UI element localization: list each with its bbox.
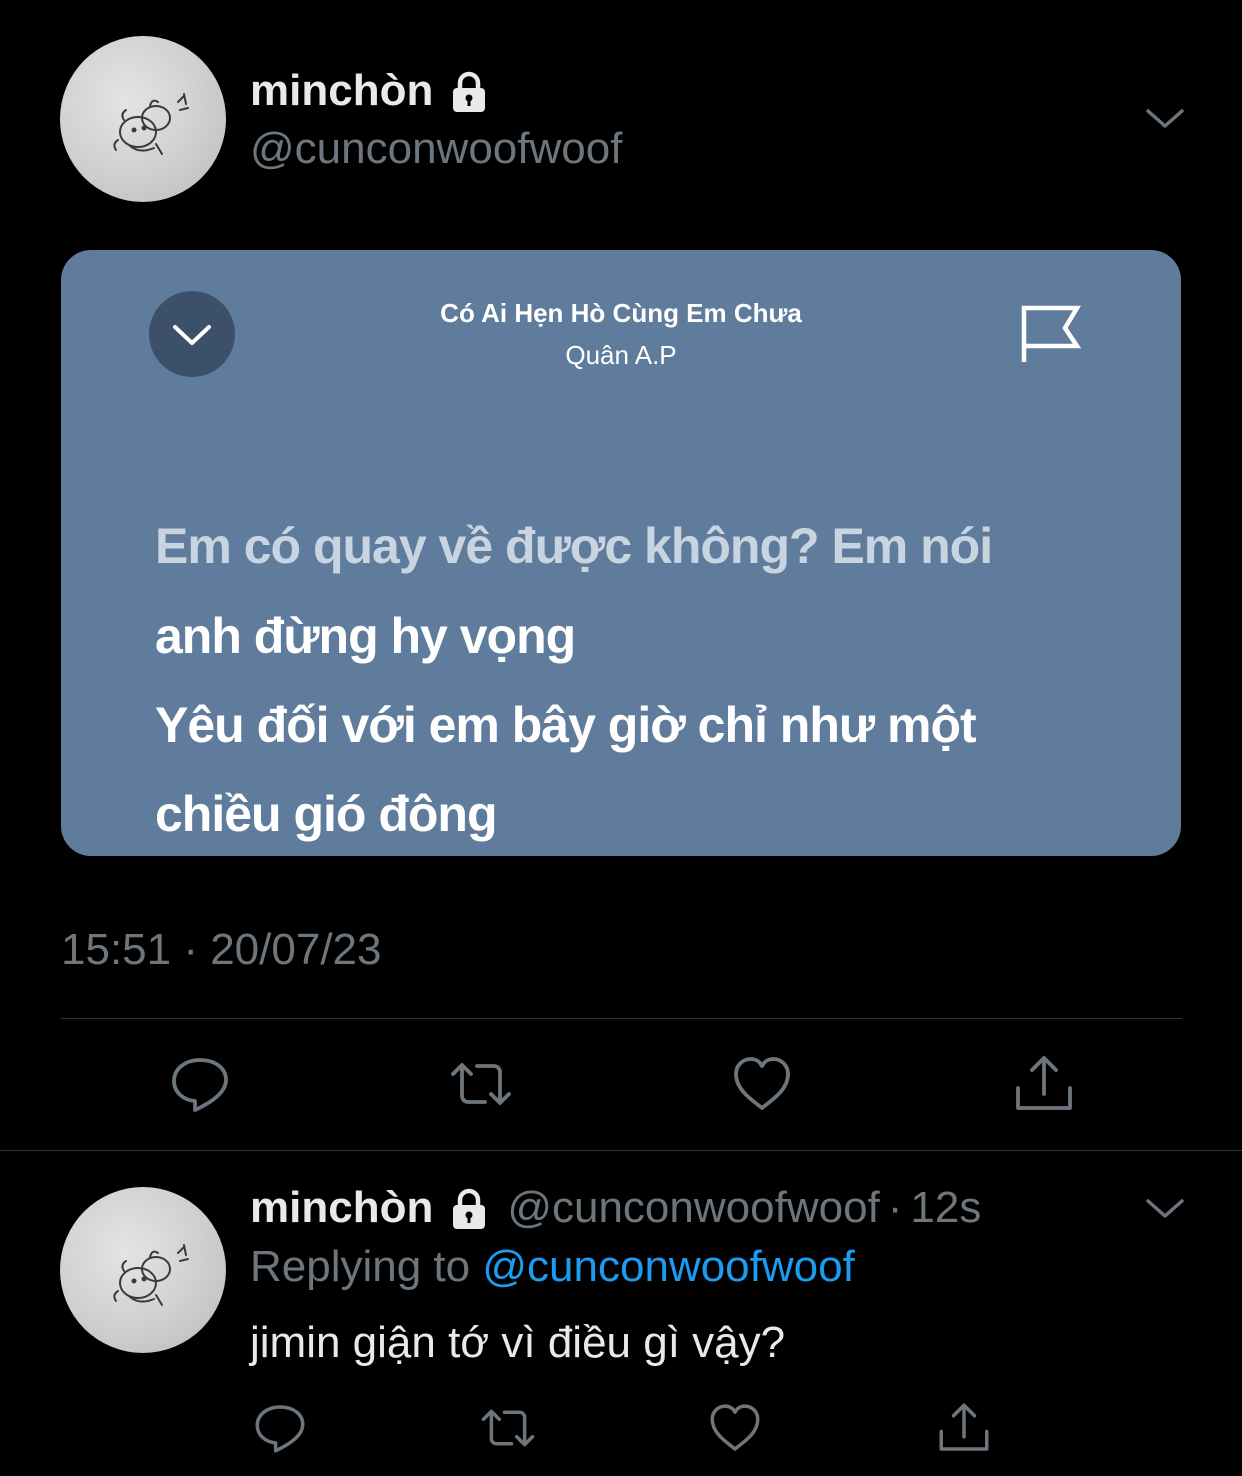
main-tweet-timestamp[interactable]: 15:51 · 20/07/23 (61, 925, 381, 975)
divider (0, 1150, 1242, 1151)
share-icon (939, 1403, 989, 1451)
main-retweet-button[interactable] (449, 1052, 513, 1116)
lyrics-artist: Quân A.P (565, 340, 677, 370)
main-like-button[interactable] (730, 1052, 794, 1116)
replying-to-line: Replying to @cunconwoofwoof (250, 1242, 855, 1292)
lyric-line: anh đừng hy vọng (155, 608, 576, 664)
avatar-doodle-image (113, 93, 189, 155)
heart-icon (734, 1057, 790, 1110)
reply-icon (172, 1058, 228, 1112)
reply-reply-button[interactable] (252, 1400, 308, 1456)
main-tweet-handle[interactable]: @cunconwoofwoof (250, 124, 622, 174)
lyric-line: Yêu đối với em bây giờ chỉ như một (155, 697, 977, 753)
reply-tweet-avatar[interactable] (60, 1187, 226, 1353)
reply-retweet-button[interactable] (480, 1400, 536, 1456)
main-tweet-avatar[interactable] (60, 36, 226, 202)
lyric-line: Em có quay về được không? Em nói (155, 518, 993, 574)
divider (61, 1018, 1182, 1019)
reply-tweet-separator: · (887, 1183, 903, 1232)
reply-like-button[interactable] (707, 1400, 763, 1456)
main-tweet-display-name[interactable]: minchòn (250, 66, 433, 116)
main-share-button[interactable] (1012, 1052, 1076, 1116)
reply-tweet-time[interactable]: 12s (910, 1183, 981, 1233)
replying-to-mention[interactable]: @cunconwoofwoof (482, 1242, 854, 1291)
main-tweet-more-chevron-icon[interactable] (1145, 106, 1185, 130)
retweet-icon (451, 1063, 511, 1105)
reply-tweet-name-row: minchòn @cunconwoofwoof · 12s (250, 1183, 981, 1233)
avatar-doodle-image (113, 1244, 189, 1306)
heart-icon (710, 1404, 760, 1451)
lyric-line: chiều gió đông (155, 786, 498, 842)
reply-share-button[interactable] (936, 1400, 992, 1456)
reply-tweet-text: jimin giận tớ vì điều gì vậy? (250, 1318, 786, 1367)
main-reply-button[interactable] (168, 1052, 232, 1116)
lyrics-song-title: Có Ai Hẹn Hò Cùng Em Chưa (440, 298, 802, 328)
main-tweet-name-row: minchòn (250, 66, 491, 116)
reply-tweet-more-chevron-icon[interactable] (1145, 1196, 1185, 1220)
reply-tweet-display-name[interactable]: minchòn (250, 1183, 433, 1233)
flag-icon[interactable] (1019, 302, 1083, 366)
lock-icon (447, 1186, 491, 1230)
reply-icon (255, 1405, 305, 1453)
retweet-icon (481, 1409, 535, 1447)
replying-to-prefix: Replying to (250, 1242, 471, 1291)
lyrics-card[interactable]: Có Ai Hẹn Hò Cùng Em Chưa Quân A.P Em có… (61, 250, 1181, 856)
share-icon (1016, 1056, 1072, 1110)
reply-tweet-handle[interactable]: @cunconwoofwoof (507, 1183, 879, 1233)
lock-icon (447, 69, 491, 113)
